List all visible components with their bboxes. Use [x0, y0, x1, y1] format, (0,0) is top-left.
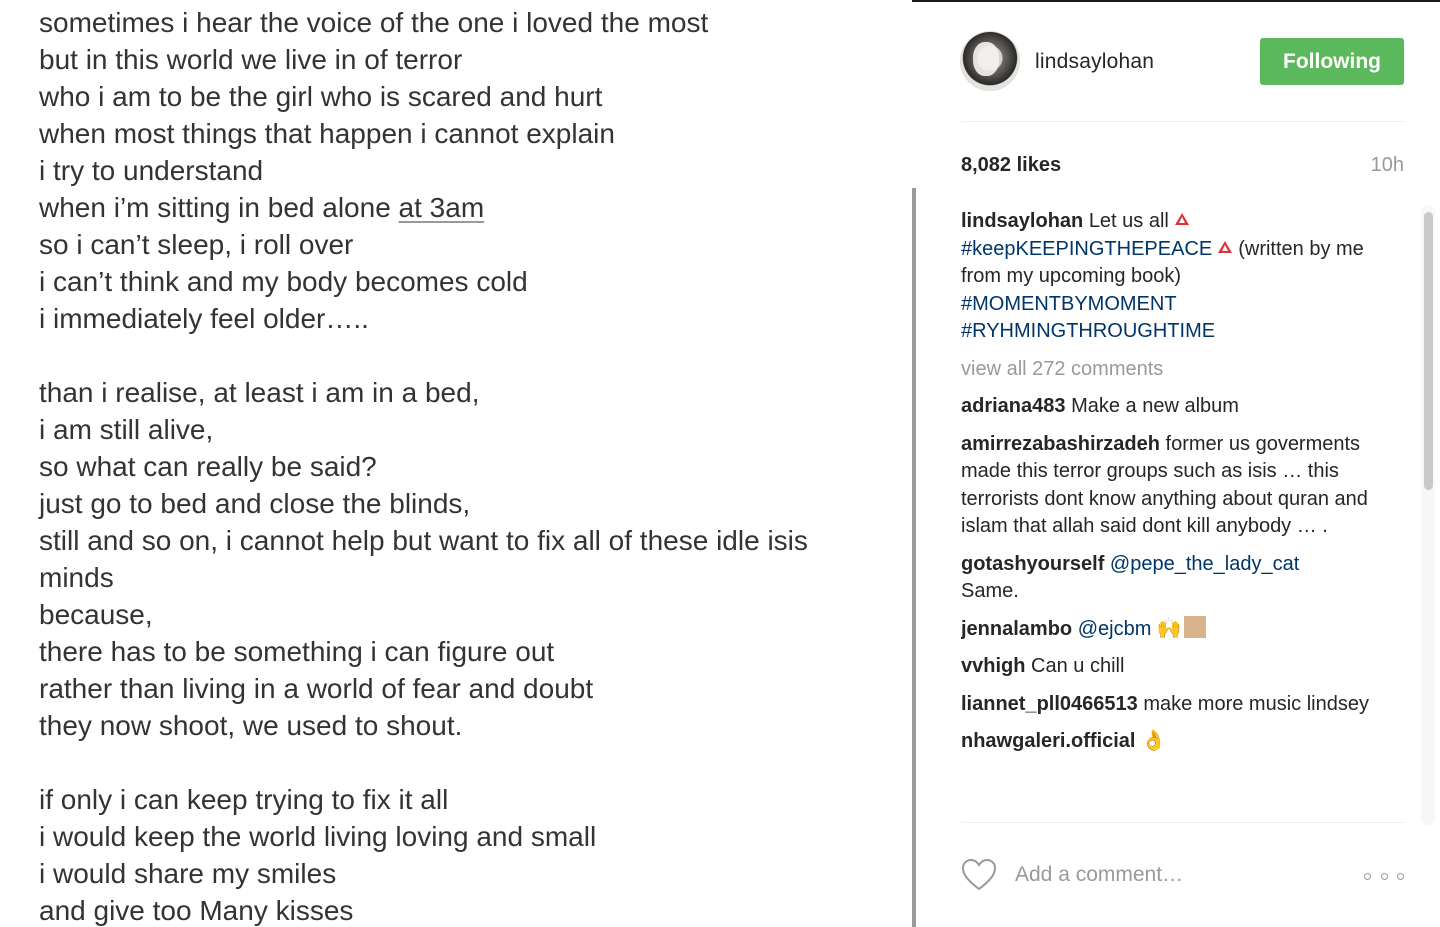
avatar[interactable]: [961, 32, 1019, 90]
comment: nhawgaleri.official 👌: [961, 728, 1391, 756]
poem-line: i would share my smiles: [39, 858, 337, 889]
hashtag-link[interactable]: #MOMENTBYMOMENT: [961, 293, 1177, 315]
footer-divider: [961, 822, 1404, 823]
comment: adriana483 Make a new album: [961, 393, 1391, 421]
caption: lindsaylohan Let us all #keepKEEPINGTHEP…: [961, 208, 1391, 346]
comment-text: Can u chill: [1031, 655, 1125, 677]
mention-link[interactable]: @pepe_the_lady_cat: [1110, 553, 1299, 575]
view-all-comments-link[interactable]: view all 272 comments: [961, 356, 1391, 384]
dot: [1380, 872, 1388, 880]
comment: amirrezabashirzadeh former us goverments…: [961, 431, 1391, 541]
post-image[interactable]: sometimes i hear the voice of the one i …: [0, 0, 912, 927]
ok-hand-emoji: 👌: [1141, 730, 1166, 752]
avatar-face: [973, 42, 999, 76]
warning-icon: [1174, 213, 1189, 225]
warning-icon: [1218, 240, 1233, 253]
poem-line: i immediately feel older…..: [39, 303, 369, 334]
poem-text: sometimes i hear the voice of the one i …: [39, 4, 808, 927]
comment-username[interactable]: jennalambo: [961, 618, 1072, 640]
dot: [1397, 872, 1404, 880]
hashtag-link[interactable]: #RYHMINGTHROUGHTIME: [961, 320, 1215, 342]
caption-username[interactable]: lindsaylohan: [961, 210, 1083, 232]
comment-text: make more music lindsey: [1143, 692, 1369, 715]
comment-username[interactable]: nhawgaleri.official: [961, 730, 1135, 752]
comment-username[interactable]: liannet_pll0466513: [961, 693, 1138, 715]
poem-line: still and so on, i cannot help but want …: [39, 525, 808, 556]
comment-username[interactable]: adriana483: [961, 395, 1066, 417]
poem-line: i am still alive,: [39, 414, 214, 445]
poem-line: just go to bed and close the blinds,: [39, 488, 471, 519]
poem-line-part: when i’m sitting in bed alone: [39, 192, 399, 223]
mention-link[interactable]: @ejcbm: [1078, 618, 1152, 640]
poem-line: and give too Many kisses: [39, 895, 354, 926]
heart-icon[interactable]: [961, 858, 997, 892]
poem-line: i try to understand: [39, 155, 264, 186]
post-author-username[interactable]: lindsaylohan: [1035, 50, 1154, 74]
following-button[interactable]: Following: [1260, 38, 1404, 85]
comment: vvhigh Can u chill: [961, 653, 1391, 681]
post-timestamp[interactable]: 10h: [1371, 154, 1404, 177]
comment-text: Same.: [961, 580, 1019, 602]
more-options-icon[interactable]: [1364, 868, 1404, 884]
comments-scrollbar-thumb[interactable]: [1424, 212, 1433, 490]
poem-line: rather than living in a world of fear an…: [39, 673, 594, 704]
comment: jennalambo @ejcbm 🙌: [961, 615, 1391, 644]
poem-line: there has to be something i can figure o…: [39, 636, 555, 667]
comment-username[interactable]: gotashyourself: [961, 553, 1104, 575]
likes-count[interactable]: 8,082 likes: [961, 154, 1061, 177]
comments-list: lindsaylohan Let us all #keepKEEPINGTHEP…: [961, 208, 1391, 820]
hashtag-link[interactable]: #keepKEEPINGTHEPEACE: [961, 238, 1212, 260]
poem-line: but in this world we live in of terror: [39, 44, 463, 75]
poem-line: if only i can keep trying to fix it all: [39, 784, 449, 815]
poem-line: because,: [39, 599, 153, 630]
comment-text: Make a new album: [1071, 395, 1239, 417]
post-sidebar: lindsaylohan Following 8,082 likes 10h l…: [916, 0, 1440, 927]
comment: liannet_pll0466513 make more music linds…: [961, 691, 1391, 719]
dot: [1364, 872, 1371, 880]
poem-line: when i’m sitting in bed alone at 3am: [39, 189, 808, 226]
poem-line: sometimes i hear the voice of the one i …: [39, 7, 709, 38]
poem-line-underlined: at 3am: [398, 192, 485, 223]
poem-line: so i can’t sleep, i roll over: [39, 229, 354, 260]
skin-tone-swatch: [1183, 615, 1206, 638]
poem-line: i would keep the world living loving and…: [39, 821, 597, 852]
add-comment-input[interactable]: [1015, 860, 1315, 890]
poem-line: they now shoot, we used to shout.: [39, 710, 463, 741]
header-divider: [961, 121, 1404, 122]
raised-hands-emoji: 🙌: [1156, 617, 1182, 640]
poem-line: who i am to be the girl who is scared an…: [39, 81, 603, 112]
poem-line: than i realise, at least i am in a bed,: [39, 377, 480, 408]
comment: gotashyourself @pepe_the_lady_cat Same.: [961, 551, 1391, 606]
comment-username[interactable]: amirrezabashirzadeh: [961, 433, 1160, 455]
poem-line: when most things that happen i cannot ex…: [39, 118, 615, 149]
poem-line: minds: [39, 562, 114, 593]
post-header: lindsaylohan Following: [916, 0, 1440, 122]
poem-gap: [39, 744, 808, 781]
poem-line: i can’t think and my body becomes cold: [39, 266, 528, 297]
caption-text: Let us all: [1088, 210, 1169, 232]
poem-gap: [39, 337, 808, 374]
comment-username[interactable]: vvhigh: [961, 655, 1025, 677]
poem-line: so what can really be said?: [39, 451, 377, 482]
